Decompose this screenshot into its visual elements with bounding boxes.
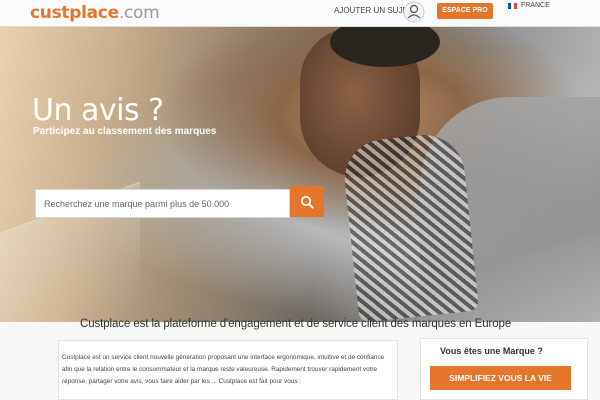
language-selector[interactable]: FRANCE (508, 2, 550, 9)
brand-search-box (35, 189, 305, 218)
logo-main-text: custplace (30, 3, 119, 23)
hero-subtitle: Participez au classement des marques (33, 126, 217, 137)
logo-suffix-text: .com (118, 3, 160, 23)
user-avatar-icon[interactable] (403, 1, 425, 23)
language-label: FRANCE (521, 2, 550, 9)
hero-title: Un avis ? (32, 93, 164, 128)
brand-search-input[interactable] (36, 190, 305, 217)
info-heading: Custplace est la plateforme d'engagement… (80, 318, 512, 330)
add-topic-link[interactable]: AJOUTER UN SUJET (334, 6, 413, 15)
brand-question: Vous êtes une Marque ? (440, 346, 543, 356)
hero-person-scarf (340, 131, 480, 322)
search-icon (300, 195, 314, 209)
simplify-life-button[interactable]: SIMPLIFIEZ VOUS LA VIE (430, 366, 571, 390)
info-body-text: Custplace est un service client nouvelle… (62, 354, 385, 385)
pro-space-button[interactable]: ESPACE PRO (437, 3, 493, 19)
hero-banner (0, 27, 600, 322)
france-flag-icon (508, 2, 517, 9)
custplace-logo[interactable]: custplace.com (30, 3, 160, 29)
top-bar: custplace.com AJOUTER UN SUJET ESPACE PR… (0, 0, 600, 29)
search-button[interactable] (290, 186, 324, 217)
